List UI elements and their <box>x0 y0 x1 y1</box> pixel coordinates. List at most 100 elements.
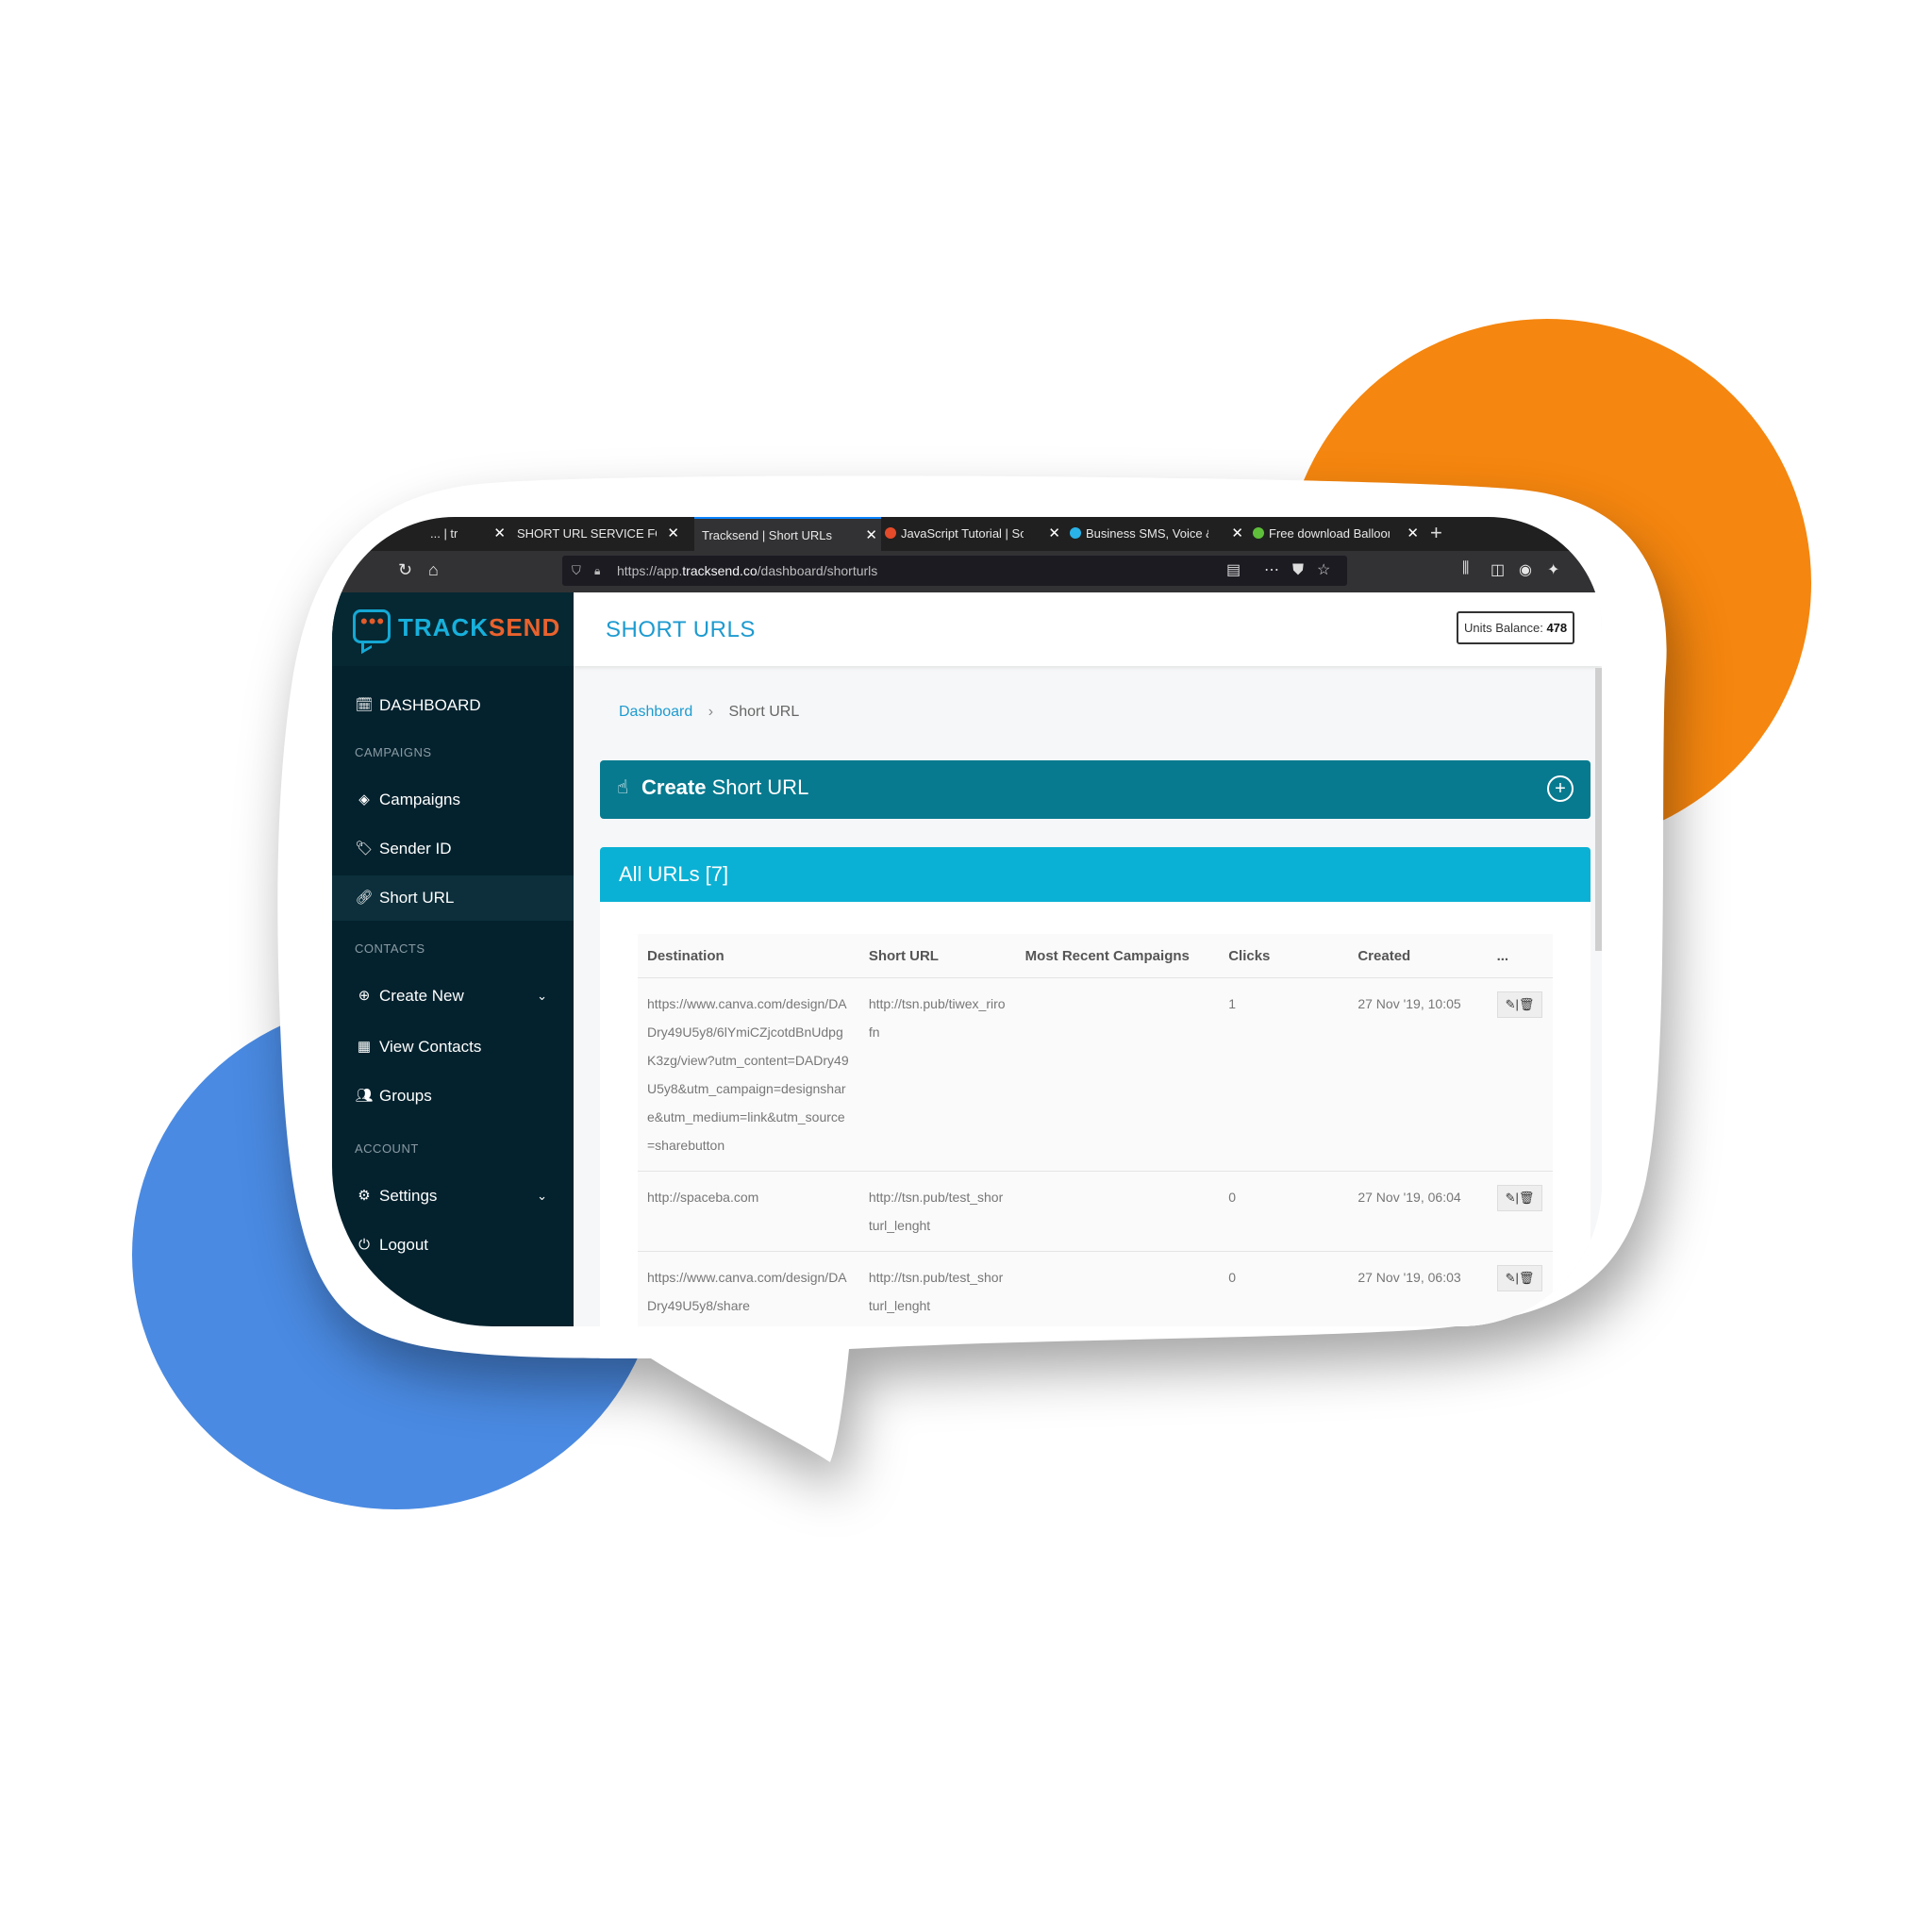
sidebar-item-sender-id[interactable]: 🏷︎ Sender ID <box>332 826 574 872</box>
pocket-icon[interactable]: ⛊ <box>1292 556 1304 586</box>
page-title: SHORT URLS <box>606 617 756 642</box>
browser-tab[interactable]: JavaScript Tutorial | Solo ✕ <box>885 517 1064 551</box>
urls-panel: Destination Short URL Most Recent Campai… <box>600 902 1591 1326</box>
plus-circle-icon[interactable]: + <box>1547 775 1574 802</box>
close-icon[interactable]: ✕ <box>667 517 679 551</box>
chevron-down-icon: ⌄ <box>537 989 547 1003</box>
tab-label: SHORT URL SERVICE FOR YOU <box>517 526 657 541</box>
browser-tab-bar: ... | tr ✕ SHORT URL SERVICE FOR YOU ✕ T… <box>332 517 1602 551</box>
chevron-right-icon: › <box>708 704 714 720</box>
trash-icon[interactable]: 🗑︎ <box>1519 1191 1535 1205</box>
sidebar-item-logout[interactable]: ⏻ Logout <box>332 1223 574 1268</box>
trash-icon[interactable]: 🗑︎ <box>1519 997 1535 1011</box>
browser-tab[interactable]: ... | tr ✕ <box>430 517 509 551</box>
section-heading-contacts: CONTACTS <box>355 941 425 956</box>
cell-created: 27 Nov '19, 10:05 <box>1348 977 1488 1172</box>
close-icon[interactable]: ✕ <box>1048 517 1060 551</box>
bookmark-star-icon[interactable]: ☆ <box>1317 556 1330 586</box>
cell-short-url[interactable]: http://tsn.pub/test_shorturl_lenght <box>858 1171 1016 1252</box>
sidebar-item-label: Settings <box>379 1187 438 1205</box>
trash-icon[interactable]: 🗑︎ <box>1519 1271 1535 1285</box>
cursor-click-icon: ☝︎ <box>617 777 629 798</box>
table-row: https://www.canva.com/design/DADry49U5y8… <box>638 1251 1553 1326</box>
close-icon[interactable]: ✕ <box>865 519 877 551</box>
table-header-row: Destination Short URL Most Recent Campai… <box>638 934 1553 978</box>
site-favicon-icon <box>885 527 896 539</box>
logo-dots: ••• <box>360 609 386 633</box>
breadcrumb-link-dashboard[interactable]: Dashboard <box>619 704 692 720</box>
sidebar-item-campaigns[interactable]: ◈ Campaigns <box>332 777 574 823</box>
cell-actions: ✎|🗑︎ <box>1487 1251 1553 1326</box>
home-icon[interactable]: ⌂ <box>428 560 439 580</box>
all-urls-header: All URLs [7] <box>600 847 1591 902</box>
column-header-created[interactable]: Created <box>1348 934 1488 978</box>
library-icon[interactable]: ⫼ <box>1462 560 1469 577</box>
sidebar-item-create-new[interactable]: ⊕ Create New ⌄ <box>332 974 574 1019</box>
tab-label: Business SMS, Voice & M <box>1086 526 1208 541</box>
extension-icon[interactable]: ✦ <box>1547 560 1559 579</box>
create-short-url-bar[interactable]: ☝︎ Create Short URL + <box>600 760 1591 819</box>
cell-destination: https://www.canva.com/design/DADry49U5y8… <box>638 1251 859 1326</box>
brand-name-part1: TRACK <box>398 613 489 641</box>
cell-clicks: 1 <box>1219 977 1349 1172</box>
close-icon[interactable]: ✕ <box>1231 517 1243 551</box>
reader-view-icon[interactable]: ▤ <box>1226 556 1241 586</box>
create-short-url-title: Create Short URL <box>641 775 808 800</box>
sidebar-item-view-contacts[interactable]: ▦ View Contacts <box>332 1024 574 1070</box>
browser-tab[interactable]: Free download Balloon I ✕ <box>1253 517 1423 551</box>
tag-icon: 🏷︎ <box>355 841 374 857</box>
users-icon: 👥︎ <box>355 1088 374 1104</box>
lock-icon[interactable]: 🔒︎ <box>594 556 600 586</box>
units-label: Units Balance: <box>1464 621 1543 635</box>
cell-short-url[interactable]: http://tsn.pub/tiwex_rirofn <box>858 977 1016 1172</box>
layers-icon: ◈ <box>358 791 370 808</box>
brand-name-part2: SEND <box>489 613 561 641</box>
edit-icon[interactable]: ✎ <box>1506 1271 1516 1285</box>
cell-short-url[interactable]: http://tsn.pub/test_shorturl_lenght <box>858 1251 1016 1326</box>
cell-actions: ✎|🗑︎ <box>1487 977 1553 1172</box>
new-tab-icon[interactable]: + <box>1430 517 1442 549</box>
tab-label: Tracksend | Short URLs <box>702 528 832 542</box>
sidebar-item-label: Create New <box>379 987 464 1005</box>
browser-tab-active[interactable]: Tracksend | Short URLs ✕ <box>694 517 881 551</box>
cell-created: 27 Nov '19, 06:04 <box>1348 1171 1488 1252</box>
shield-icon[interactable]: ⛉ <box>572 556 581 586</box>
reload-icon[interactable]: ↻ <box>398 560 412 580</box>
create-title-bold: Create <box>641 775 707 799</box>
address-bar[interactable]: ⛉ 🔒︎ https://app.tracksend.co/dashboard/… <box>562 556 1347 586</box>
close-icon[interactable]: ✕ <box>1407 517 1419 551</box>
url-prefix: https://app. <box>617 563 683 578</box>
units-value: 478 <box>1546 621 1568 635</box>
edit-icon[interactable]: ✎ <box>1506 997 1516 1011</box>
sidebar-item-short-url[interactable]: 🔗︎ Short URL <box>332 875 574 921</box>
urls-table: Destination Short URL Most Recent Campai… <box>638 934 1553 1326</box>
more-actions-icon[interactable]: ⋯ <box>1264 556 1279 586</box>
edit-icon[interactable]: ✎ <box>1506 1191 1516 1205</box>
sidebar-item-label: Campaigns <box>379 791 460 808</box>
gear-icon: ⚙ <box>358 1188 371 1204</box>
browser-tab[interactable]: Business SMS, Voice & M ✕ <box>1070 517 1247 551</box>
sidebar-item-settings[interactable]: ⚙ Settings ⌄ <box>332 1174 574 1219</box>
browser-tab[interactable]: SHORT URL SERVICE FOR YOU ✕ <box>517 517 683 551</box>
calendar-icon: 🗓︎ <box>355 697 374 713</box>
sidebar-toggle-icon[interactable]: ◫ <box>1491 560 1505 579</box>
cell-actions: ✎|🗑︎ <box>1487 1171 1553 1252</box>
column-header-clicks[interactable]: Clicks <box>1219 934 1349 978</box>
table-row: https://www.canva.com/design/DADry49U5y8… <box>638 977 1553 1172</box>
sidebar: ••• TRACKSEND 🗓︎ DASHBOARD CAMPAIGNS ◈ C… <box>332 592 574 1326</box>
sidebar-item-label: Groups <box>379 1087 432 1105</box>
column-header-short-url[interactable]: Short URL <box>858 934 1016 978</box>
account-icon[interactable]: ◉ <box>1519 560 1532 579</box>
close-icon[interactable]: ✕ <box>493 517 506 551</box>
sidebar-item-label: Sender ID <box>379 840 452 858</box>
page-scrollbar[interactable] <box>1595 668 1602 951</box>
column-header-destination[interactable]: Destination <box>638 934 859 978</box>
link-icon: 🔗︎ <box>355 890 374 906</box>
brand-logo[interactable]: ••• TRACKSEND <box>332 592 574 666</box>
tab-label: Free download Balloon I <box>1269 526 1390 541</box>
sidebar-item-groups[interactable]: 👥︎ Groups <box>332 1074 574 1119</box>
sidebar-item-dashboard[interactable]: 🗓︎ DASHBOARD <box>332 683 574 728</box>
site-favicon-icon <box>1253 527 1264 539</box>
column-header-campaigns[interactable]: Most Recent Campaigns <box>1015 934 1220 978</box>
column-header-actions[interactable]: ... <box>1487 934 1553 978</box>
